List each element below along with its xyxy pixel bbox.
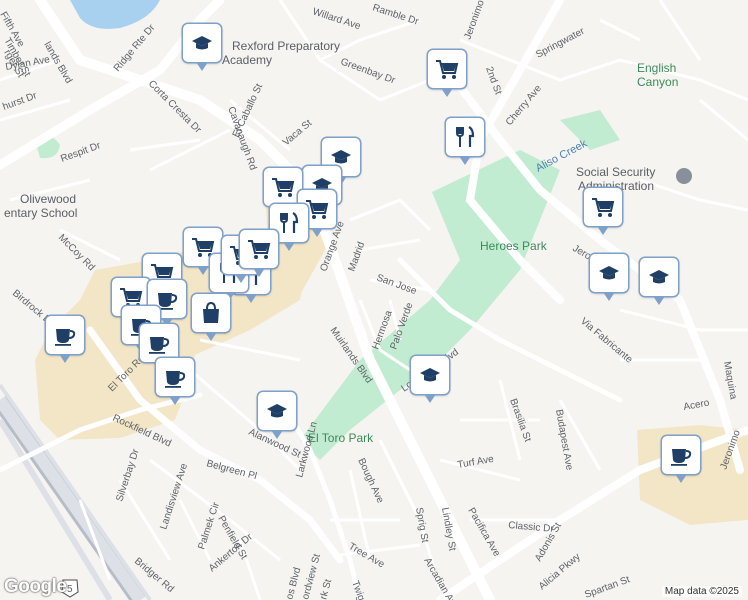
- school-icon: [415, 360, 445, 390]
- marker-restaurant[interactable]: [446, 118, 484, 165]
- marker-school[interactable]: [590, 254, 628, 301]
- government-icon: [676, 168, 692, 184]
- google-logo: Google: [4, 576, 67, 597]
- school-icon: [262, 396, 292, 426]
- restaurant-icon: [450, 122, 480, 152]
- marker-coffee[interactable]: [46, 316, 84, 363]
- marker-school[interactable]: [183, 24, 221, 71]
- el-toro-park-label: El Toro Park: [308, 431, 374, 445]
- english-canyon-label-2: Canyon: [637, 75, 678, 89]
- coffee-icon: [666, 440, 696, 470]
- coffee-icon: [160, 362, 190, 392]
- marker-shopping-cart[interactable]: [584, 188, 622, 235]
- coffee-icon: [144, 328, 174, 358]
- coffee-icon: [50, 320, 80, 350]
- restaurant-icon: [274, 208, 304, 238]
- school-icon: [187, 28, 217, 58]
- marker-school[interactable]: [640, 258, 678, 305]
- school-top-label-1: Rexford Preparatory: [232, 39, 340, 53]
- heroes-park-label: Heroes Park: [480, 239, 548, 253]
- marker-shopping-cart[interactable]: [428, 50, 466, 97]
- school-left-label-2: entary School: [4, 206, 77, 220]
- marker-coffee[interactable]: [156, 358, 194, 405]
- shopping-cart-icon: [588, 192, 618, 222]
- marker-shopping-cart[interactable]: [264, 168, 302, 215]
- shopping-bag-icon: [196, 298, 226, 328]
- shopping-cart-icon: [244, 234, 274, 264]
- school-icon: [594, 258, 624, 288]
- school-left-label-1: Olivewood: [20, 192, 76, 206]
- marker-shopping-cart[interactable]: [240, 230, 278, 277]
- map-attribution: Map data ©2025: [661, 586, 742, 597]
- shopping-cart-icon: [432, 54, 462, 84]
- marker-school[interactable]: [258, 392, 296, 439]
- svg-text:5: 5: [67, 584, 73, 595]
- marker-school[interactable]: [411, 356, 449, 403]
- shopping-cart-icon: [268, 172, 298, 202]
- english-canyon-label-1: English: [637, 61, 676, 75]
- school-top-label-2: Academy: [222, 53, 272, 67]
- school-icon: [644, 262, 674, 292]
- marker-coffee[interactable]: [662, 436, 700, 483]
- marker-coffee[interactable]: [140, 324, 178, 371]
- ssa-label-1: Social Security: [576, 165, 655, 179]
- marker-shopping-bag[interactable]: [192, 294, 230, 341]
